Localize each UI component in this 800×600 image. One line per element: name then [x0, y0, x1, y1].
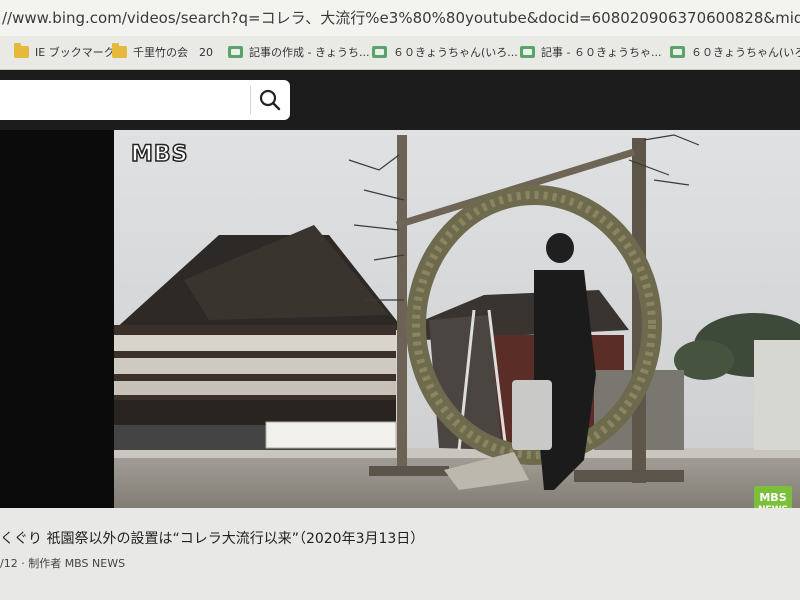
- bookmark-senrichiku[interactable]: 千里竹の会 20: [112, 43, 213, 62]
- address-bar[interactable]: //www.bing.com/videos/search?q=コレラ、大流行%e…: [0, 0, 800, 36]
- page-icon: [670, 46, 685, 58]
- folder-icon: [112, 43, 127, 58]
- bookmark-article-kyouchan[interactable]: 記事 - ６０きょうちゃ...: [520, 44, 661, 62]
- page-icon: [228, 46, 243, 58]
- bookmark-kyouchan-2[interactable]: ６０きょうちゃん(いろ...: [670, 44, 800, 62]
- search-button[interactable]: [254, 84, 286, 116]
- search-icon: [259, 89, 281, 111]
- search-divider: [250, 86, 251, 114]
- bookmark-ie-bookmarks[interactable]: IE ブックマーク: [14, 43, 115, 62]
- video-title[interactable]: くぐり 祇園祭以外の設置は“コレラ大流行以来”（2020年3月13日）: [0, 528, 424, 548]
- search-input[interactable]: [0, 80, 290, 120]
- page-icon: [372, 46, 387, 58]
- url-text: //www.bing.com/videos/search?q=コレラ、大流行%e…: [2, 9, 800, 27]
- page-icon: [520, 46, 535, 58]
- video-caption-panel: [0, 508, 800, 600]
- bookmarks-bar: IE ブックマーク 千里竹の会 20 記事の作成 - きょうち... ６０きょう…: [0, 36, 800, 70]
- side-black-panel: [0, 130, 114, 508]
- folder-icon: [14, 43, 29, 58]
- video-player[interactable]: MBS MBS NEWS: [114, 130, 800, 535]
- mbs-logo: MBS: [130, 141, 189, 168]
- video-meta: /12 · 制作者 MBS NEWS: [0, 557, 126, 570]
- bookmark-article-create[interactable]: 記事の作成 - きょうち...: [228, 44, 369, 62]
- video-frame-scene: [114, 130, 800, 535]
- bookmark-kyouchan-1[interactable]: ６０きょうちゃん(いろ...: [372, 44, 518, 62]
